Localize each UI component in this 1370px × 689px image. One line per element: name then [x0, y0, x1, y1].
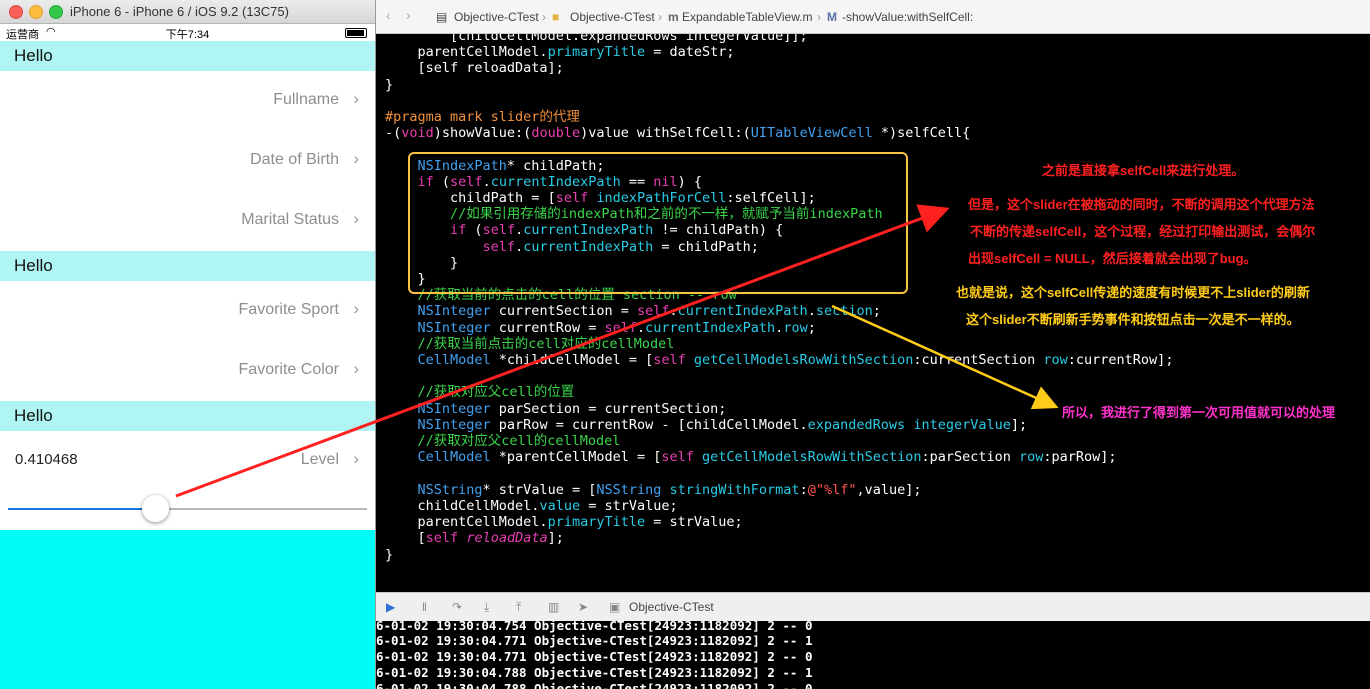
row-label: Favorite Color [238, 361, 339, 378]
console-line: 6-01-02 19:30:04.788 Objective-CTest[249… [376, 681, 813, 689]
annotation-text: 出现selfCell = NULL，然后接着就会出现了bug。 [968, 251, 1257, 266]
row-label: Fullname [273, 91, 339, 108]
status-time: 下午7:34 [165, 29, 210, 41]
annotation-text: 但是，这个slider在被拖动的同时，不断的调用这个代理方法 [968, 197, 1315, 212]
code-line: childCellModel.value = strValue; [417, 497, 678, 514]
section-header: Hello [0, 41, 375, 71]
code-line: parentCellModel.primaryTitle = dateStr; [417, 44, 735, 61]
slider-thumb[interactable] [141, 495, 169, 522]
project-icon: ▤ [436, 10, 448, 24]
ios-status-bar: 运营商 ◠ 下午7:34 [0, 24, 375, 41]
code-line: [self reloadData]; [417, 60, 564, 77]
code-line: NSInteger currentSection = self.currentI… [417, 303, 881, 320]
code-line: CellModel *childCellModel = [self getCel… [417, 352, 1174, 369]
table-row-fullname[interactable]: Fullname › [0, 71, 375, 131]
console-line: 6-01-02 19:30:04.771 Objective-CTest[249… [376, 649, 813, 664]
debug-target-label: Objective-CTest [629, 600, 714, 614]
chevron-right-icon: › [353, 149, 359, 168]
code-line: } [385, 76, 394, 93]
battery-icon [345, 28, 367, 38]
debug-console[interactable]: 6-01-02 19:30:04.754 Objective-CTest[249… [376, 621, 1370, 689]
console-line: 6-01-02 19:30:04.788 Objective-CTest[249… [376, 665, 813, 680]
code-line: -(void)showValue:(double)value withSelfC… [385, 125, 971, 142]
table-row-marital-status[interactable]: Marital Status › [0, 191, 375, 251]
breadcrumb-file[interactable]: ExpandableTableView.m [682, 10, 813, 24]
section-header: Hello [0, 401, 375, 431]
chevron-right-icon: › [353, 449, 359, 468]
back-arrow-icon[interactable]: ‹ [386, 7, 391, 23]
code-line: NSString* strValue = [NSString stringWit… [417, 481, 922, 498]
code-line: CellModel *parentCellModel = [self getCe… [417, 449, 1117, 466]
method-icon: M [827, 10, 837, 24]
code-line: NSInteger parRow = currentRow - [childCe… [417, 416, 1028, 433]
folder-icon: ■ [552, 10, 560, 24]
ios-simulator-window: iPhone 6 - iPhone 6 / iOS 9.2 (13C75) 运营… [0, 0, 376, 689]
code-line: //获取对应父cell的位置 [417, 384, 575, 401]
row-value: 0.410468 [15, 451, 78, 468]
breadcrumb-separator-icon: › [658, 10, 662, 24]
annotation-text: 所以，我进行了得到第一次可用值就可以的处理 [1062, 405, 1336, 420]
xcode-window: ‹ › ▤ Objective-CTest › ■ Objective-CTes… [376, 0, 1370, 689]
view-debugger-icon[interactable]: ▥ [548, 600, 559, 614]
simulator-title: iPhone 6 - iPhone 6 / iOS 9.2 (13C75) [70, 4, 289, 19]
row-label: Marital Status [241, 211, 339, 228]
slider-track-filled [8, 508, 156, 510]
table-row-date-of-birth[interactable]: Date of Birth › [0, 131, 375, 191]
simulator-titlebar: iPhone 6 - iPhone 6 / iOS 9.2 (13C75) [0, 0, 375, 24]
breadcrumb-method[interactable]: -showValue:withSelfCell: [842, 10, 973, 24]
section-header: Hello [0, 251, 375, 281]
chevron-right-icon: › [353, 299, 359, 318]
console-line: 6-01-02 19:30:04.754 Objective-CTest[249… [376, 621, 813, 633]
row-label: Favorite Sport [238, 301, 339, 318]
chevron-right-icon: › [353, 89, 359, 108]
breadcrumb-group[interactable]: Objective-CTest [570, 10, 655, 24]
code-line: [childCellModel.expandedRows integerValu… [450, 34, 808, 44]
table-row-favorite-color[interactable]: Favorite Color › [0, 341, 375, 401]
zoom-window-button[interactable] [49, 5, 63, 19]
row-label: Date of Birth [250, 151, 339, 168]
breadcrumb-separator-icon: › [542, 10, 546, 24]
annotation-text: 之前是直接拿selfCell来进行处理。 [1042, 163, 1245, 178]
close-window-button[interactable] [9, 5, 23, 19]
annotation-text: 不断的传递selfCell，这个过程，经过打印输出测试，会偶尔 [970, 224, 1316, 239]
level-slider[interactable] [0, 491, 375, 533]
debug-bar: ▶ ‖ ↷ ⤓ ⤒ ▥ ➤ ▣ Objective-CTest [376, 592, 1370, 622]
table-footer-area [0, 530, 375, 689]
row-label: Level [300, 451, 339, 468]
slider-track-empty [155, 508, 367, 510]
table-row-favorite-sport[interactable]: Favorite Sport › [0, 281, 375, 341]
console-line: 6-01-02 19:30:04.771 Objective-CTest[249… [376, 633, 813, 648]
pause-icon[interactable]: ‖ [422, 600, 427, 614]
forward-arrow-icon[interactable]: › [406, 7, 411, 23]
breadcrumb-project[interactable]: Objective-CTest [454, 10, 539, 24]
code-line: //获取对应父cell的cellModel [417, 433, 621, 450]
annotation-text: 这个slider不断刷新手势事件和按钮点击一次是不一样的。 [966, 312, 1300, 327]
step-over-icon[interactable]: ↷ [452, 600, 462, 614]
code-line: } [385, 546, 394, 563]
annotation-text: 也就是说，这个selfCell传递的速度有时候更不上slider的刷新 [956, 285, 1310, 300]
minimize-window-button[interactable] [29, 5, 43, 19]
breadcrumb-separator-icon: › [817, 10, 821, 24]
code-line: //获取当前点击的cell对应的cellModel [417, 335, 675, 352]
location-icon[interactable]: ➤ [578, 600, 588, 614]
target-icon: ▣ [609, 600, 621, 614]
step-out-icon[interactable]: ⤒ [516, 600, 521, 615]
chevron-right-icon: › [353, 359, 359, 378]
step-into-icon[interactable]: ⤓ [484, 600, 489, 615]
code-line: #pragma mark slider的代理 [385, 109, 580, 126]
code-line: [self reloadData]; [417, 530, 564, 547]
source-file-icon: m [668, 10, 679, 24]
breakpoints-toggle-icon[interactable]: ▶ [386, 600, 395, 614]
table-row-level[interactable]: 0.410468 Level › [0, 431, 375, 491]
code-line: NSInteger currentRow = self.currentIndex… [417, 319, 816, 336]
code-line: parentCellModel.primaryTitle = strValue; [417, 514, 743, 531]
chevron-right-icon: › [353, 209, 359, 228]
highlight-box [408, 152, 908, 294]
code-line: NSInteger parSection = currentSection; [417, 400, 727, 417]
jump-bar: ‹ › ▤ Objective-CTest › ■ Objective-CTes… [376, 0, 1370, 34]
